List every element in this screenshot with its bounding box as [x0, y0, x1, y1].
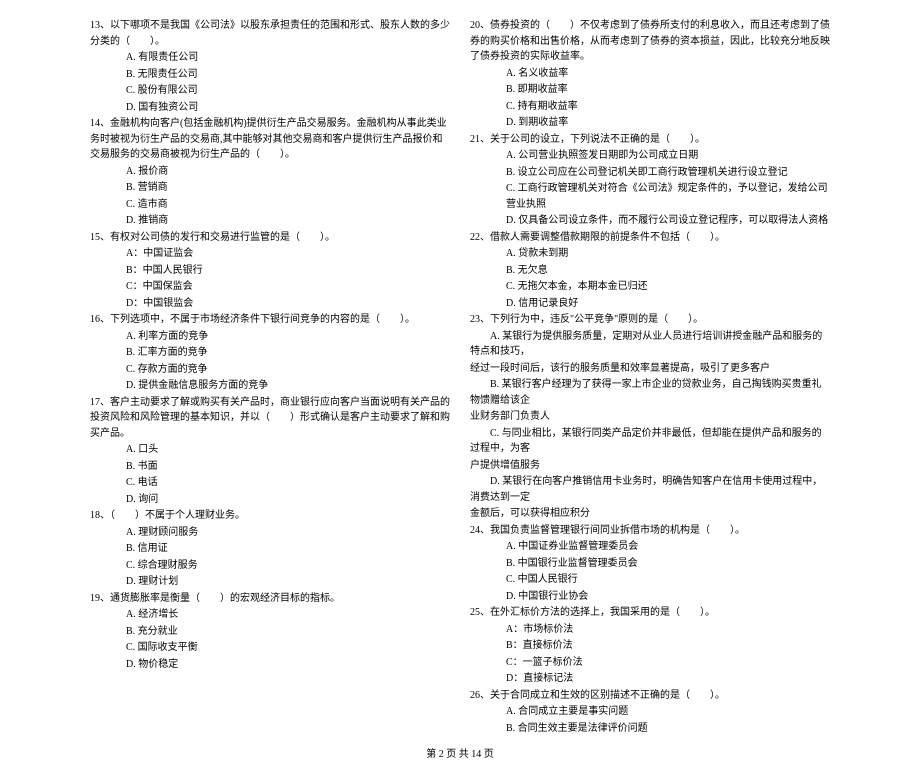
q24-stem: 24、我国负责监督管理银行间同业拆借市场的机构是（ ）。: [470, 523, 830, 539]
q13-option-b: B. 无限责任公司: [90, 67, 450, 83]
q24-option-d: D. 中国银行业协会: [470, 589, 830, 605]
q23-option-c-line1: C. 与同业相比，某银行同类产品定价并非最低，但却能在提供产品和服务的过程中，为…: [470, 426, 830, 457]
q25-option-b: B：直接标价法: [470, 638, 830, 654]
q25-option-a: A：市场标价法: [470, 622, 830, 638]
q17-option-b: B. 书面: [90, 459, 450, 475]
q19-option-a: A. 经济增长: [90, 607, 450, 623]
q23-option-d-line1: D. 某银行在向客户推销信用卡业务时，明确告知客户在信用卡使用过程中，消费达到一…: [470, 474, 830, 505]
q25-stem: 25、在外汇标价方法的选择上，我国采用的是（ ）。: [470, 605, 830, 621]
q21-option-d: D. 仅具备公司设立条件，而不履行公司设立登记程序，可以取得法人资格: [470, 213, 830, 229]
q17-option-a: A. 口头: [90, 442, 450, 458]
q20-stem: 20、债券投资的（ ）不仅考虑到了债券所支付的利息收入，而且还考虑到了债券的购买…: [470, 18, 830, 65]
q14-option-d: D. 推销商: [90, 213, 450, 229]
q14-option-a: A. 报价商: [90, 164, 450, 180]
q23-option-d-line2: 金额后，可以获得相应积分: [470, 506, 830, 522]
q22-stem: 22、借款人需要调整借款期限的前提条件不包括（ ）。: [470, 230, 830, 246]
q18-option-b: B. 信用证: [90, 541, 450, 557]
q18-stem: 18、（ ）不属于个人理财业务。: [90, 508, 450, 524]
q23-stem: 23、下列行为中，违反"公平竞争"原则的是（ ）。: [470, 312, 830, 328]
q22-option-d: D. 信用记录良好: [470, 296, 830, 312]
q20-option-c: C. 持有期收益率: [470, 99, 830, 115]
q14-option-b: B. 营销商: [90, 180, 450, 196]
q19-option-d: D. 物价稳定: [90, 657, 450, 673]
page-footer: 第 2 页 共 14 页: [0, 745, 920, 760]
q15-option-a: A：中国证监会: [90, 246, 450, 262]
q23-option-b-line1: B. 某银行客户经理为了获得一家上市企业的贷款业务，自己掏钱购买贵重礼物馈赠给该…: [470, 377, 830, 408]
q16-option-b: B. 汇率方面的竞争: [90, 345, 450, 361]
q22-option-a: A. 贷款未到期: [470, 246, 830, 262]
q26-option-a: A. 合同成立主要是事实问题: [470, 704, 830, 720]
q23-option-b-line2: 业财务部门负责人: [470, 409, 830, 425]
q15-option-c: C：中国保监会: [90, 279, 450, 295]
page-content: 13、以下哪项不是我国《公司法》以股东承担责任的范围和形式、股东人数的多少分类的…: [0, 18, 920, 737]
q18-option-d: D. 理财计划: [90, 574, 450, 590]
q17-option-c: C. 电话: [90, 475, 450, 491]
q16-stem: 16、下列选项中，不属于市场经济条件下银行间竞争的内容的是（ ）。: [90, 312, 450, 328]
q18-option-c: C. 综合理财服务: [90, 558, 450, 574]
q13-stem: 13、以下哪项不是我国《公司法》以股东承担责任的范围和形式、股东人数的多少分类的…: [90, 18, 450, 49]
q16-option-c: C. 存款方面的竞争: [90, 362, 450, 378]
q24-option-b: B. 中国银行业监督管理委员会: [470, 556, 830, 572]
q17-option-d: D. 询问: [90, 492, 450, 508]
q21-stem: 21、关于公司的设立，下列说法不正确的是（ ）。: [470, 132, 830, 148]
q23-option-a-line2: 经过一段时间后，该行的服务质量和效率显著提高，吸引了更多客户: [470, 361, 830, 377]
q26-stem: 26、关于合同成立和生效的区别描述不正确的是（ ）。: [470, 688, 830, 704]
q20-option-b: B. 即期收益率: [470, 82, 830, 98]
q22-option-b: B. 无欠息: [470, 263, 830, 279]
q21-option-b: B. 设立公司应在公司登记机关即工商行政管理机关进行设立登记: [470, 165, 830, 181]
q24-option-a: A. 中国证券业监督管理委员会: [470, 539, 830, 555]
q13-option-d: D. 国有独资公司: [90, 100, 450, 116]
q23-option-c-line2: 户提供增值服务: [470, 458, 830, 474]
q22-option-c: C. 无拖欠本金，本期本金已归还: [470, 279, 830, 295]
q13-option-c: C. 股份有限公司: [90, 83, 450, 99]
q24-option-c: C. 中国人民银行: [470, 572, 830, 588]
q15-option-d: D：中国银监会: [90, 296, 450, 312]
q20-option-d: D. 到期收益率: [470, 115, 830, 131]
right-column: 20、债券投资的（ ）不仅考虑到了债券所支付的利息收入，而且还考虑到了债券的购买…: [470, 18, 830, 737]
left-column: 13、以下哪项不是我国《公司法》以股东承担责任的范围和形式、股东人数的多少分类的…: [90, 18, 450, 737]
q25-option-d: D：直接标记法: [470, 671, 830, 687]
q19-option-c: C. 国际收支平衡: [90, 640, 450, 656]
q15-stem: 15、有权对公司债的发行和交易进行监管的是（ ）。: [90, 230, 450, 246]
q16-option-d: D. 提供金融信息服务方面的竞争: [90, 378, 450, 394]
q26-option-b: B. 合同生效主要是法律评价问题: [470, 721, 830, 737]
q19-option-b: B. 充分就业: [90, 624, 450, 640]
q21-option-a: A. 公司营业执照签发日期即为公司成立日期: [470, 148, 830, 164]
q18-option-a: A. 理财顾问服务: [90, 525, 450, 541]
q25-option-c: C：一篮子标价法: [470, 655, 830, 671]
q15-option-b: B：中国人民银行: [90, 263, 450, 279]
q21-option-c: C. 工商行政管理机关对符合《公司法》规定条件的，予以登记，发给公司营业执照: [470, 181, 830, 212]
q19-stem: 19、通货膨胀率是衡量（ ）的宏观经济目标的指标。: [90, 591, 450, 607]
q20-option-a: A. 名义收益率: [470, 66, 830, 82]
q23-option-a-line1: A. 某银行为提供服务质量，定期对从业人员进行培训讲授金融产品和服务的特点和技巧…: [470, 329, 830, 360]
q14-option-c: C. 造市商: [90, 197, 450, 213]
q14-stem: 14、金融机构向客户(包括金融机构)提供衍生产品交易服务。金融机构从事此类业务时…: [90, 116, 450, 163]
q17-stem: 17、客户主动要求了解或购买有关产品时，商业银行应向客户当面说明有关产品的投资风…: [90, 395, 450, 442]
q16-option-a: A. 利率方面的竞争: [90, 329, 450, 345]
q13-option-a: A. 有限责任公司: [90, 50, 450, 66]
